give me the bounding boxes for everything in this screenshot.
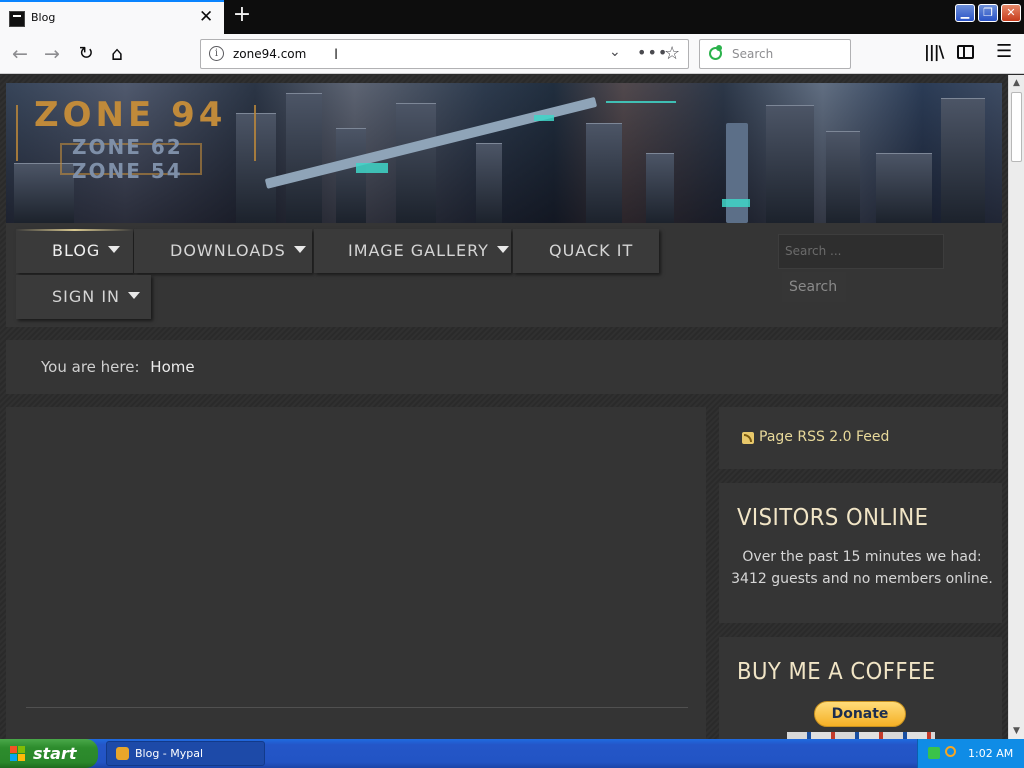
menu-item-label: IMAGE GALLERY <box>348 241 489 260</box>
rss-panel: Page RSS 2.0 Feed <box>719 407 1002 469</box>
buy-me-a-coffee-title: BUY ME A COFFEE <box>737 659 936 685</box>
tab-title: Blog <box>31 11 56 24</box>
payment-cards-icon <box>787 732 935 739</box>
banner-neon-sign <box>534 115 554 121</box>
clock: 1:02 AM <box>968 747 1014 760</box>
browser-toolbar: ← → ↻ ⌂ i zone94.com I ⌄ ••• ☆ Search ||… <box>0 34 1024 74</box>
scroll-up-icon[interactable]: ▲ <box>1009 75 1024 91</box>
banner-building <box>286 93 322 223</box>
search-engine-icon <box>709 45 722 60</box>
hamburger-menu-icon[interactable]: ☰ <box>996 41 1012 62</box>
menu-item-quack-it[interactable]: QUACK IT <box>513 229 659 273</box>
visitors-online-title: VISITORS ONLINE <box>737 505 929 531</box>
menu-item-sign-in[interactable]: SIGN IN <box>16 275 151 319</box>
menu-item-blog[interactable]: BLOG <box>16 229 133 273</box>
windows-logo-icon <box>10 746 26 762</box>
reload-icon[interactable]: ↻ <box>72 40 100 68</box>
banner-building <box>826 131 860 223</box>
banner-building <box>646 153 674 223</box>
menu-item-image-gallery[interactable]: IMAGE GALLERY <box>314 229 511 273</box>
visitors-online-panel: VISITORS ONLINE Over the past 15 minutes… <box>719 483 1002 623</box>
new-tab-button[interactable]: + <box>230 4 254 28</box>
banner-building <box>876 153 932 223</box>
maximize-window-button[interactable]: ❐ <box>978 4 998 22</box>
menu-item-label: SIGN IN <box>52 287 121 306</box>
start-button[interactable]: start <box>0 739 98 768</box>
banner-building <box>586 123 622 223</box>
caret-down-icon <box>108 246 121 253</box>
site-search-button[interactable]: Search <box>782 272 846 302</box>
banner-building <box>766 105 814 223</box>
banner-building <box>396 103 436 223</box>
forward-arrow-icon[interactable]: → <box>38 40 66 68</box>
main-content <box>6 407 706 739</box>
logo-subtitle: ZONE 54 <box>72 159 183 183</box>
site-banner[interactable]: ZONE 94 ZONE 62 ZONE 54 <box>6 83 1002 223</box>
browser-titlebar: Blog ✕ + ▁ ❐ ✕ <box>0 0 1024 34</box>
breadcrumb-home[interactable]: Home <box>150 358 194 376</box>
tab-blog[interactable]: Blog ✕ <box>0 0 224 34</box>
menu-item-label: QUACK IT <box>549 241 634 260</box>
sidebar-icon[interactable] <box>957 45 974 59</box>
banner-building <box>941 98 985 223</box>
banner-building <box>476 143 502 223</box>
scroll-down-icon[interactable]: ▼ <box>1009 723 1024 739</box>
banner-neon-sign <box>722 199 750 207</box>
scroll-thumb[interactable] <box>1011 92 1022 162</box>
browser-search-input[interactable]: Search <box>699 39 851 69</box>
breadcrumb: You are here: Home <box>6 340 1002 394</box>
minimize-window-button[interactable]: ▁ <box>955 4 975 22</box>
back-arrow-icon[interactable]: ← <box>6 40 34 68</box>
start-label: start <box>33 744 77 763</box>
search-tray-icon[interactable] <box>945 746 956 757</box>
site-logo[interactable]: ZONE 94 <box>34 95 226 135</box>
page-viewport: ZONE 94 ZONE 62 ZONE 54 BLOG DOWNLOADS I… <box>0 75 1008 739</box>
logo-subtitle: ZONE 62 <box>72 135 183 159</box>
donate-button[interactable]: Donate <box>814 701 906 727</box>
caret-down-icon <box>496 246 509 253</box>
divider <box>26 707 688 708</box>
banner-neon-line <box>606 101 676 103</box>
banner-neon-sign <box>356 163 388 173</box>
caret-down-icon <box>293 246 306 253</box>
url-text[interactable]: zone94.com <box>233 47 306 61</box>
taskbar-window-button[interactable]: Blog - Mypal <box>106 741 265 766</box>
menu-item-label: BLOG <box>52 241 101 260</box>
banner-building <box>336 128 366 223</box>
page-scrollbar[interactable]: ▲ ▼ <box>1008 75 1024 739</box>
caret-down-icon <box>128 292 141 299</box>
bookmark-star-icon[interactable]: ☆ <box>664 43 680 64</box>
banner-track <box>726 123 748 223</box>
mypal-browser-icon <box>116 747 129 760</box>
main-menu: BLOG DOWNLOADS IMAGE GALLERY QUACK IT SI… <box>6 223 1002 327</box>
info-icon[interactable]: i <box>209 46 224 61</box>
close-window-button[interactable]: ✕ <box>1001 4 1021 22</box>
site-search-input[interactable]: Search ... <box>778 234 944 269</box>
taskbar: start Blog - Mypal 1:02 AM <box>0 739 1024 768</box>
system-tray: 1:02 AM <box>917 739 1024 768</box>
network-icon[interactable] <box>928 747 940 759</box>
buy-me-a-coffee-panel: BUY ME A COFFEE Donate <box>719 637 1002 739</box>
site-favicon-icon <box>9 11 25 27</box>
rss-feed-icon[interactable] <box>742 432 754 444</box>
menu-item-label: DOWNLOADS <box>170 241 286 260</box>
close-tab-icon[interactable]: ✕ <box>199 7 213 27</box>
text-cursor-icon: I <box>334 47 339 63</box>
visitors-online-text: Over the past 15 minutes we had: 3412 gu… <box>731 549 993 587</box>
home-icon[interactable]: ⌂ <box>103 40 131 68</box>
dropdown-icon[interactable]: ⌄ <box>609 44 621 60</box>
browser-search-placeholder: Search <box>732 47 774 61</box>
library-icon[interactable]: |||\ <box>924 42 944 61</box>
menu-item-downloads[interactable]: DOWNLOADS <box>134 229 312 273</box>
address-bar[interactable]: i zone94.com I ⌄ ••• ☆ <box>200 39 689 69</box>
breadcrumb-prefix: You are here: <box>41 358 140 376</box>
taskbar-window-label: Blog - Mypal <box>135 747 204 760</box>
rss-feed-link[interactable]: Page RSS 2.0 Feed <box>759 429 889 445</box>
